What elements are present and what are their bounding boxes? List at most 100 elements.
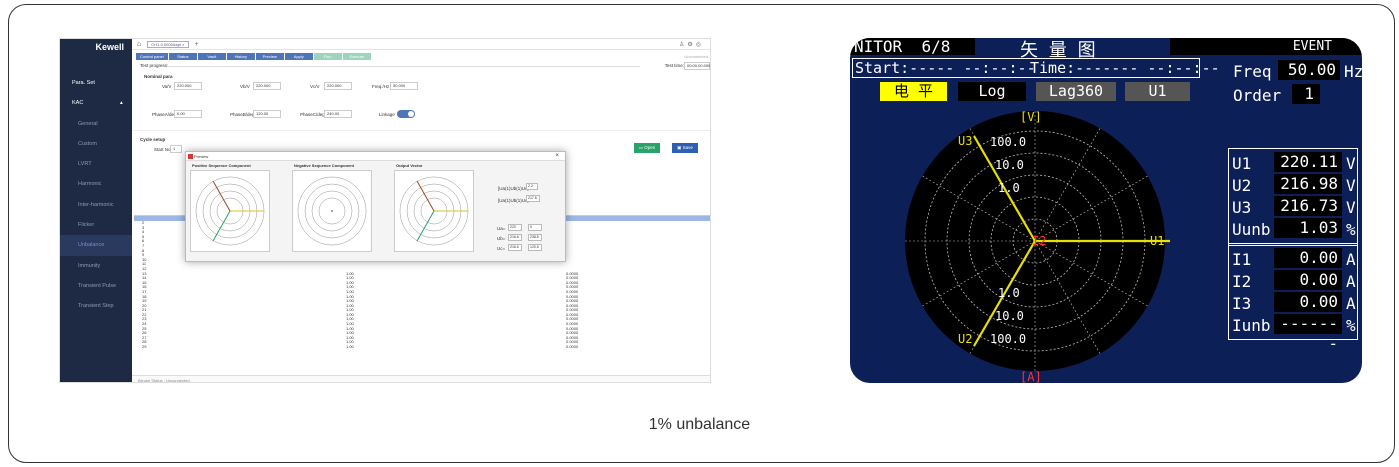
u1-reference-button[interactable]: U1 xyxy=(1125,82,1190,101)
ring-label-10-lower: 10.0 xyxy=(995,309,1024,323)
phase-b-input[interactable]: 120.00 xyxy=(253,110,281,118)
current-name: I2 xyxy=(1232,272,1252,291)
uc-magnitude[interactable]: 216.6 xyxy=(508,244,522,251)
control-panel-button[interactable]: Control panel xyxy=(136,53,168,60)
sidebar-item-label: KAC xyxy=(72,100,84,107)
negative-seq-title: Negative Sequence Component xyxy=(294,163,355,168)
linkage-label: Linkage xyxy=(379,112,395,117)
status-button[interactable]: Status xyxy=(168,53,197,60)
negative-seq-panel xyxy=(292,170,372,252)
preview-button[interactable]: Preview xyxy=(255,53,284,60)
va-input[interactable]: 220.000 xyxy=(174,82,202,90)
ub-label: Ub= xyxy=(497,236,506,241)
history-button[interactable]: History xyxy=(226,53,255,60)
nominal-heading: Nominal para xyxy=(144,74,173,79)
sidebar-item-lvrt[interactable]: LVRT xyxy=(60,154,132,174)
save-label: Save xyxy=(682,145,693,150)
sidebar-item-transient-step[interactable]: Transient Step xyxy=(60,296,132,316)
linkage-toggle[interactable] xyxy=(397,110,415,118)
vector-polar-plot: [V] [A] 100.0 10.0 1.0 1.0 10.0 100.0 U3… xyxy=(905,110,1170,383)
voltage-value: 216.98 xyxy=(1274,174,1342,194)
current-name: I1 xyxy=(1232,250,1252,269)
ring-label-100-lower: 100.0 xyxy=(990,332,1026,346)
positive-seq-panel xyxy=(190,170,270,252)
save-button[interactable]: ▣ Save xyxy=(672,143,698,153)
open-label: Open xyxy=(644,145,656,150)
output-vector-plot xyxy=(399,176,469,246)
order-value: 1 xyxy=(1292,84,1320,104)
sidebar-item-harmonic[interactable]: Harmonic xyxy=(60,174,132,194)
log-button[interactable]: Log xyxy=(958,82,1026,101)
toolbar: Control panel Status Vault History Previ… xyxy=(132,50,710,62)
sidebar-item-unbalance[interactable]: Unbalance xyxy=(60,235,132,256)
order-label: Order xyxy=(1233,86,1282,105)
phase-a-input[interactable]: 0.00 xyxy=(174,110,202,118)
current-name: I3 xyxy=(1232,294,1252,313)
run-button[interactable]: Run xyxy=(313,53,342,60)
ub-magnitude[interactable]: 216.6 xyxy=(508,234,522,241)
add-tab-icon[interactable]: + xyxy=(195,41,199,48)
brand-logo: Kewell xyxy=(95,42,124,52)
app-icon xyxy=(188,154,193,159)
vc-input[interactable]: 220.000 xyxy=(324,82,352,90)
test-time-label: Test time: xyxy=(664,63,684,68)
freq-value: 50.00 xyxy=(1278,60,1340,80)
sidebar-item-immunity[interactable]: Immunity xyxy=(60,256,132,276)
sidebar-item-custom[interactable]: Custom xyxy=(60,134,132,154)
current-value: 0.00 xyxy=(1274,248,1342,268)
ring-label-100-upper: 100.0 xyxy=(990,135,1026,149)
ua-magnitude[interactable]: 220 xyxy=(508,224,522,231)
lag360-button[interactable]: Lag360 xyxy=(1036,82,1116,101)
vb-label: Vb/V xyxy=(240,84,250,89)
factor1-value: 2.2 xyxy=(526,183,538,190)
vc-label: Vc/V xyxy=(310,84,320,89)
start-time: Start:----- --:--:-- xyxy=(855,59,1036,77)
current-value: 0.00 xyxy=(1274,270,1342,290)
status-bar: Bleuke Status : Unconnected xyxy=(132,375,710,382)
window-icons[interactable]: ♙⚙◎ xyxy=(679,41,704,48)
sidebar-item-para-set[interactable]: Para. Set xyxy=(60,73,132,93)
document-tab[interactable]: CH1-0,0000lcopl × xyxy=(147,40,189,48)
vault-button[interactable]: Vault xyxy=(197,53,226,60)
uc-angle[interactable]: 120.5 xyxy=(528,244,542,251)
tab-label: CH1-0,0000lcopl xyxy=(151,41,182,47)
sidebar-item-kac[interactable]: KAC ▴ xyxy=(60,93,132,113)
open-button[interactable]: ▭ Open xyxy=(634,143,660,153)
freq-input[interactable]: 50.000 xyxy=(390,82,418,90)
voltage-unit: % xyxy=(1346,220,1356,239)
voltage-name: U2 xyxy=(1232,176,1252,195)
current-unit: % xyxy=(1346,316,1356,335)
ub-angle[interactable]: 238.5 xyxy=(528,234,542,241)
close-icon[interactable]: × xyxy=(182,42,184,47)
sidebar-item-general[interactable]: General xyxy=(60,114,132,134)
execute-button[interactable]: Execute xyxy=(342,53,371,60)
voltage-name: U1 xyxy=(1232,154,1252,173)
current-unit: A xyxy=(1346,294,1356,313)
level-button[interactable]: 电 平 xyxy=(880,82,947,101)
home-icon[interactable]: ⌂ xyxy=(137,41,141,48)
connection-status: Unconnected xyxy=(684,54,708,59)
sidebar-item-flicker[interactable]: Flicker xyxy=(60,215,132,235)
current-value: ------- xyxy=(1274,314,1342,353)
row-value: 1.00 xyxy=(346,344,354,350)
ua-angle[interactable]: 0 xyxy=(528,224,542,231)
chevron-up-icon: ▴ xyxy=(120,100,123,107)
start-no-input[interactable]: 1 xyxy=(170,145,182,153)
apply-button[interactable]: Apply xyxy=(284,53,313,60)
va-label: Va/V xyxy=(162,84,172,89)
i2-label: I2 xyxy=(1032,234,1046,248)
dialog-title: Preview xyxy=(194,154,209,159)
current-unit: A xyxy=(1346,250,1356,269)
phase-c-input[interactable]: 240.00 xyxy=(324,110,352,118)
ring-label-1-lower: 1.0 xyxy=(998,286,1020,300)
dialog-titlebar: Preview × xyxy=(186,152,565,161)
close-icon[interactable]: × xyxy=(555,152,559,161)
vb-input[interactable]: 220.000 xyxy=(253,82,281,90)
phase-a-label: PhaseA/deg xyxy=(152,112,177,117)
polar-bottom-label: [A] xyxy=(1020,370,1042,383)
voltage-unit: V xyxy=(1346,154,1356,173)
sidebar-item-inter-harmonic[interactable]: Inter-harmonic xyxy=(60,195,132,215)
table-row[interactable]: 29 1.00 0.0000 xyxy=(134,344,710,350)
sidebar-item-transient-pulse[interactable]: Transient Pulse xyxy=(60,276,132,296)
test-progress-label: Test progress: xyxy=(140,63,169,68)
